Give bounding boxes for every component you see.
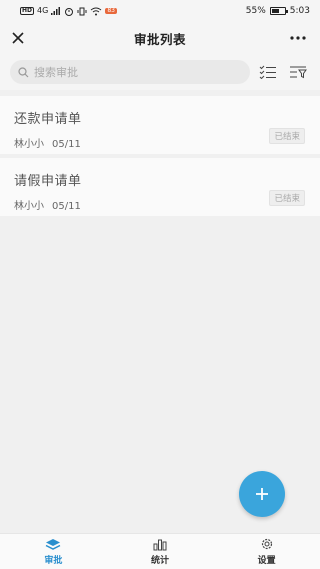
gear-icon — [261, 538, 272, 550]
tab-label: 审批 — [44, 555, 63, 566]
tab-label: 统计 — [151, 555, 170, 566]
item-applicant: 林小小 — [14, 139, 44, 150]
search-input[interactable]: 搜索审批 — [10, 60, 250, 84]
close-button[interactable] — [8, 28, 28, 48]
add-approval-button[interactable] — [239, 471, 285, 517]
search-row: 搜索审批 — [0, 54, 320, 90]
layers-icon — [45, 538, 61, 550]
status-icons-right: 55% 5:03 — [246, 6, 310, 16]
item-date: 05/11 — [52, 201, 81, 212]
batch-select-button[interactable] — [258, 62, 278, 82]
item-meta: 林小小 05/11 — [14, 135, 306, 150]
plus-icon — [256, 488, 268, 500]
tab-approval[interactable]: 审批 — [0, 534, 107, 569]
vibrate-icon — [77, 7, 87, 15]
title-bar: 审批列表 — [0, 22, 320, 54]
approval-list: 还款申请单 林小小 05/11 已结束 请假申请单 林小小 05/11 已结束 — [0, 96, 320, 220]
item-title: 还款申请单 — [14, 112, 82, 127]
filter-button[interactable] — [288, 62, 308, 82]
item-date: 05/11 — [52, 139, 81, 150]
list-item[interactable]: 还款申请单 林小小 05/11 已结束 — [0, 96, 320, 154]
clock: 5:03 — [289, 6, 310, 16]
item-meta: 林小小 05/11 — [14, 197, 306, 212]
notification-badge: 83 — [105, 7, 117, 14]
more-button[interactable] — [286, 28, 310, 48]
list-item[interactable]: 请假申请单 林小小 05/11 已结束 — [0, 158, 320, 216]
tab-settings[interactable]: 设置 — [213, 534, 320, 569]
battery-icon — [269, 7, 288, 15]
hd-icon: HD — [20, 7, 35, 15]
status-icons-left: HD 4G 83 — [20, 7, 117, 16]
page-title: 审批列表 — [133, 31, 186, 47]
bar-chart-icon — [153, 539, 167, 550]
filter-icon — [290, 66, 307, 79]
bottom-tab-bar: 审批 统计 设置 — [0, 533, 320, 569]
more-icon — [290, 36, 306, 40]
status-badge: 已结束 — [269, 190, 305, 206]
toolbar — [258, 62, 308, 82]
network-label: 4G — [37, 6, 49, 15]
wifi-icon — [91, 7, 102, 15]
alarm-icon — [65, 7, 74, 16]
status-badge: 已结束 — [269, 128, 305, 144]
status-bar: HD 4G 83 55% 5:03 — [0, 0, 320, 22]
tab-label: 设置 — [257, 556, 276, 566]
battery-percent: 55% — [245, 6, 266, 16]
search-placeholder: 搜索审批 — [34, 66, 78, 79]
close-icon — [12, 32, 24, 44]
checklist-icon — [259, 65, 276, 79]
item-applicant: 林小小 — [14, 201, 44, 212]
signal-icon — [51, 7, 61, 15]
tab-statistics[interactable]: 统计 — [107, 534, 214, 569]
item-title: 请假申请单 — [14, 174, 82, 189]
search-icon — [18, 66, 29, 77]
